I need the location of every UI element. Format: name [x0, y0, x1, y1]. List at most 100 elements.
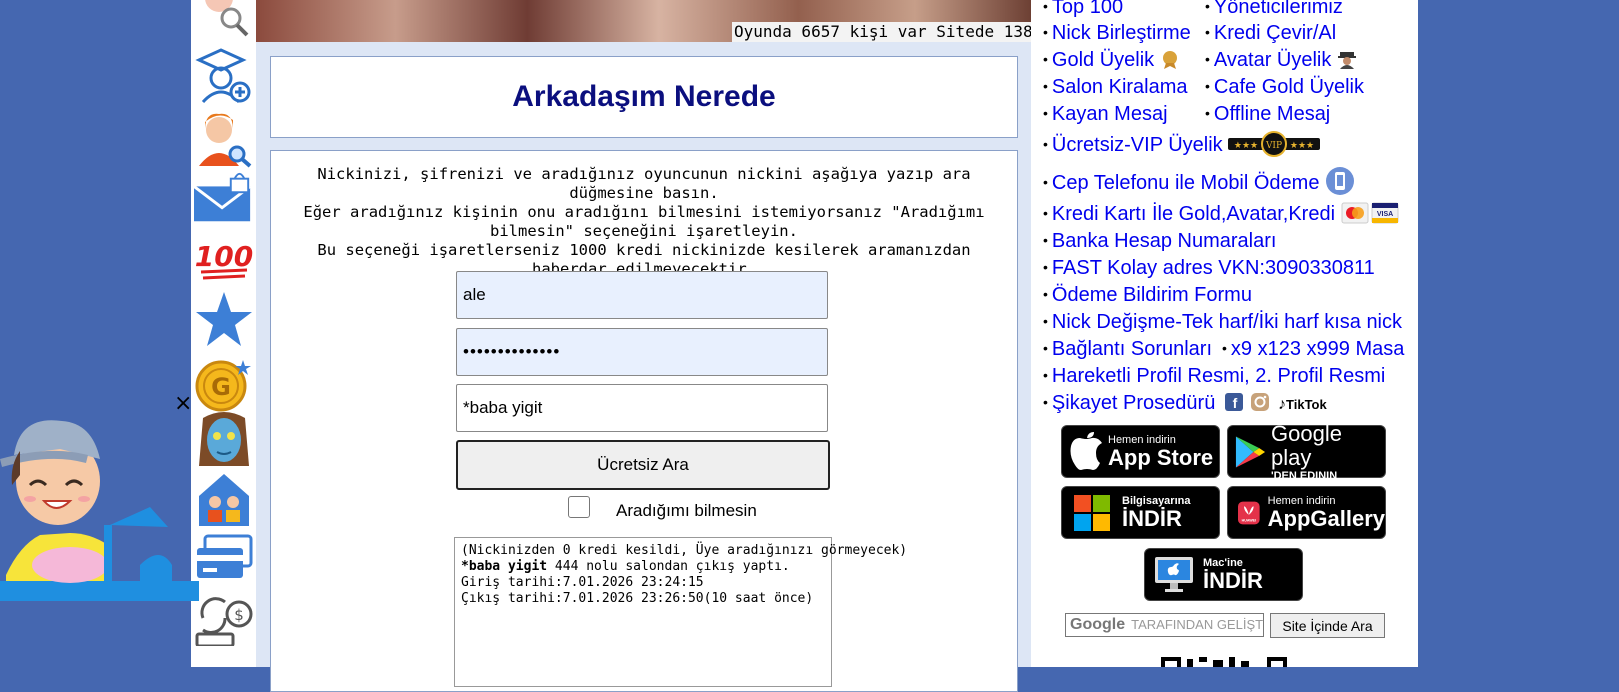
svg-text:★★★: ★★★	[1290, 141, 1314, 151]
result-login-time: Giriş tarihi:7.01.2026 23:24:15	[461, 575, 704, 590]
user-search-icon[interactable]	[194, 110, 254, 168]
link-credit-transfer[interactable]: • Kredi Çevir/Al	[1205, 20, 1336, 45]
windows-download-button[interactable]: Bilgisayarına İNDİR	[1061, 486, 1220, 539]
google-play-big-text: Google play	[1271, 420, 1342, 470]
mascot-widget[interactable]	[0, 415, 199, 601]
link-room-rent[interactable]: • Salon Kiralama	[1043, 74, 1188, 99]
mac-small-text: Mac'ine	[1203, 556, 1243, 569]
link-bank[interactable]: • Banka Hesap Numaraları	[1043, 228, 1276, 253]
tiktok-icon[interactable]: ♪TikTok	[1278, 396, 1327, 413]
star-icon[interactable]	[194, 290, 254, 348]
vip-badge-text: VIP	[1265, 141, 1282, 151]
family-house-icon[interactable]	[194, 470, 254, 528]
result-exit-text: 444 nolu salondan çıkış yaptı.	[547, 559, 790, 574]
target-nick-input[interactable]	[456, 384, 828, 432]
tiktok-label: TikTok	[1286, 397, 1327, 412]
link-payment-form[interactable]: • Ödeme Bildirim Formu	[1043, 282, 1252, 307]
app-store-small-text: Hemen indirin	[1108, 433, 1176, 446]
mascot-close-button[interactable]: ×	[174, 393, 192, 415]
instruction-line: Eğer aradığınız kişinin onu aradığını bi…	[303, 203, 985, 240]
free-search-button[interactable]: Ücretsiz Ara	[456, 440, 830, 490]
link-gold[interactable]: • Gold Üyelik	[1043, 47, 1180, 72]
mac-icon	[1155, 556, 1193, 592]
link-bank-label: Banka Hesap Numaraları	[1051, 230, 1277, 252]
instructions-text: Nickinizi, şifrenizi ve aradığınız oyunc…	[291, 165, 997, 279]
app-store-button[interactable]: Hemen indirin App Store	[1061, 425, 1220, 478]
link-nick-merge-label: Nick Birleştirme	[1051, 22, 1191, 44]
link-offline-msg[interactable]: • Offline Mesaj	[1205, 101, 1330, 126]
link-animated-profile[interactable]: • Hareketli Profil Resmi, 2. Profil Resmi	[1043, 363, 1385, 388]
search-form: Nickinizi, şifrenizi ve aradığınız oyunc…	[270, 150, 1018, 692]
hundred-icon[interactable]: 100	[194, 228, 254, 286]
link-admins[interactable]: • Yöneticilerimiz	[1205, 0, 1343, 19]
link-avatar-label: Avatar Üyelik	[1213, 49, 1332, 71]
result-logout-time: Çıkış tarihi:7.01.2026 23:26:50(10 saat …	[461, 591, 814, 606]
avatar-icon[interactable]	[194, 410, 254, 468]
add-graduate-icon[interactable]	[194, 46, 254, 104]
mascot-boy-illustration	[0, 420, 199, 601]
windows-small-text: Bilgisayarına	[1122, 494, 1191, 507]
link-cafe-gold[interactable]: • Cafe Gold Üyelik	[1205, 74, 1364, 99]
gold-medal-icon	[1162, 51, 1177, 69]
locked-mail-icon[interactable]	[194, 170, 254, 228]
hide-search-label: Aradığımı bilmesin	[616, 501, 757, 520]
nick-input[interactable]	[456, 271, 828, 319]
gold-coin-icon[interactable]: G	[194, 354, 254, 412]
password-input[interactable]	[456, 328, 828, 376]
link-admins-label: Yöneticilerimiz	[1213, 0, 1343, 18]
huawei-small-text: Hemen indirin	[1267, 494, 1336, 507]
mobile-phone-icon	[1326, 167, 1355, 195]
link-complaint[interactable]: • Şikayet Prosedürü f ♪TikTok	[1043, 390, 1327, 417]
link-top100[interactable]: • Top 100	[1043, 0, 1123, 19]
link-cafe-gold-label: Cafe Gold Üyelik	[1213, 76, 1364, 98]
mac-download-button[interactable]: Mac'ine İNDİR	[1144, 548, 1303, 601]
qr-code-icon	[1161, 657, 1287, 667]
svg-text:$: $	[234, 606, 244, 624]
result-credit-line: (Nickinizden 0 kredi kesildi, Üye aradığ…	[461, 543, 908, 558]
instruction-line: Nickinizi, şifrenizi ve aradığınız oyunc…	[317, 165, 971, 202]
instagram-icon[interactable]	[1250, 392, 1270, 412]
apple-icon	[1070, 431, 1102, 470]
page-title: Arkadaşım Nerede	[512, 80, 776, 113]
search-result-box[interactable]: (Nickinizden 0 kredi kesildi, Üye aradığ…	[454, 537, 908, 687]
link-nick-change[interactable]: • Nick Değişme-Tek harf/İki harf kısa nic…	[1043, 309, 1402, 334]
link-scroll-msg[interactable]: • Kayan Mesaj	[1043, 101, 1168, 126]
result-exit-line: *baba yigit 444 nolu salondan çıkış yapt…	[461, 559, 825, 575]
link-mobile-pay[interactable]: • Cep Telefonu ile Mobil Ödeme	[1043, 166, 1355, 196]
link-masa[interactable]: • x9 x123 x999 Masa	[1222, 336, 1404, 361]
money-exchange-icon[interactable]: $	[194, 588, 254, 646]
link-nick-merge[interactable]: • Nick Birleştirme	[1043, 20, 1191, 45]
windows-icon	[1074, 494, 1110, 531]
huawei-brand-text: HUAWEI	[1242, 518, 1256, 522]
google-logo-text: Google	[1070, 616, 1126, 633]
header-banner-image: Oyunda 6657 kişi var Sitede 138 kişi var	[256, 0, 1122, 42]
credit-card-icon[interactable]	[194, 528, 254, 586]
svg-text:f: f	[1233, 395, 1238, 411]
main-content: Arkadaşım Nerede Nickinizi, şifrenizi ve…	[256, 42, 1031, 692]
google-placeholder-text: TARAFINDAN GELİŞTİRİLDİ	[1131, 617, 1264, 632]
link-free-vip[interactable]: • Ücretsiz-VIP Üyelik VIP ★★★ ★★★	[1043, 131, 1321, 157]
huawei-icon: HUAWEI	[1238, 501, 1260, 524]
google-play-button[interactable]: Google play 'DEN EDININ	[1227, 420, 1386, 482]
hide-search-checkbox[interactable]	[568, 496, 590, 518]
link-mobile-pay-label: Cep Telefonu ile Mobil Ödeme	[1051, 172, 1320, 194]
link-animated-profile-label: Hareketli Profil Resmi, 2. Profil Resmi	[1051, 365, 1386, 387]
link-fast[interactable]: • FAST Kolay adres VKN:3090330811	[1043, 255, 1375, 280]
huawei-appgallery-button[interactable]: HUAWEI Hemen indirin AppGallery	[1227, 486, 1386, 539]
link-gold-label: Gold Üyelik	[1051, 49, 1155, 71]
link-card-pay[interactable]: • Kredi Kartı İle Gold,Avatar,Kredi VISA	[1043, 201, 1399, 226]
link-credit-transfer-label: Kredi Çevir/Al	[1213, 22, 1337, 44]
facebook-icon[interactable]: f	[1224, 393, 1243, 411]
left-icon-strip: 100 G $	[191, 0, 256, 667]
svg-text:VISA: VISA	[1376, 211, 1392, 218]
link-free-vip-label: Ücretsiz-VIP Üyelik	[1051, 134, 1223, 156]
google-site-search-input[interactable]: Google TARAFINDAN GELİŞTİRİLDİ	[1065, 613, 1264, 637]
friend-search-icon[interactable]	[194, 0, 254, 38]
link-avatar[interactable]: • Avatar Üyelik	[1205, 47, 1357, 72]
link-scroll-msg-label: Kayan Mesaj	[1051, 103, 1168, 125]
link-connection-label: Bağlantı Sorunları	[1051, 338, 1213, 360]
site-search-button[interactable]: Site İçinde Ara	[1270, 613, 1385, 638]
google-play-small-text: 'DEN EDININ	[1271, 469, 1338, 482]
link-connection[interactable]: • Bağlantı Sorunları	[1043, 336, 1212, 361]
link-fast-label: FAST Kolay adres VKN:3090330811	[1051, 257, 1375, 279]
